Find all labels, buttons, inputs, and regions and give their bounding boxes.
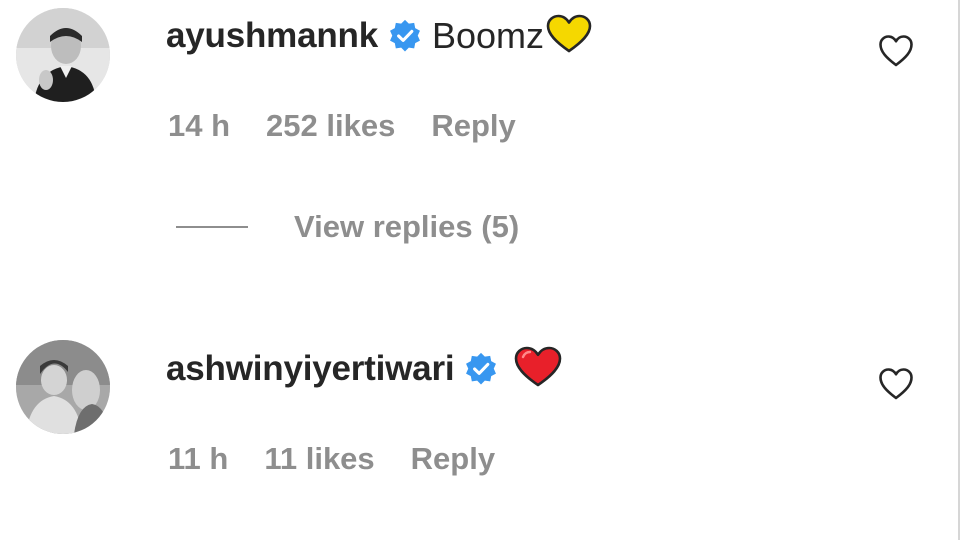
- heart-outline-icon[interactable]: [878, 34, 914, 68]
- yellow-heart-icon: [546, 14, 592, 59]
- comment-item: ayushmannk Boomz 14 h 252 likes Reply Vi…: [0, 0, 960, 290]
- verified-badge-icon: [388, 19, 422, 53]
- heart-outline-icon[interactable]: [878, 367, 914, 401]
- view-replies-divider: [176, 226, 248, 228]
- comment-time[interactable]: 11 h: [168, 441, 228, 477]
- comment-item: ashwinyiyertiwari 11 h 11 likes Reply: [0, 330, 960, 540]
- reply-button[interactable]: Reply: [411, 441, 495, 477]
- comments-panel: ayushmannk Boomz 14 h 252 likes Reply Vi…: [0, 0, 960, 540]
- username[interactable]: ashwinyiyertiwari: [166, 349, 455, 389]
- avatar[interactable]: [16, 340, 110, 434]
- username[interactable]: ayushmannk: [166, 16, 378, 56]
- comment-likes[interactable]: 252 likes: [266, 108, 395, 144]
- comment-header: ashwinyiyertiwari: [166, 344, 562, 394]
- red-heart-icon: [514, 346, 562, 393]
- comment-likes[interactable]: 11 likes: [264, 441, 374, 477]
- comment-meta: 11 h 11 likes Reply: [168, 437, 495, 481]
- view-replies-button[interactable]: View replies (5): [176, 205, 519, 249]
- reply-button[interactable]: Reply: [431, 108, 515, 144]
- view-replies-label: View replies (5): [294, 209, 520, 244]
- verified-badge-icon: [464, 352, 498, 386]
- avatar[interactable]: [16, 8, 110, 102]
- comment-meta: 14 h 252 likes Reply: [168, 104, 516, 148]
- comment-header: ayushmannk Boomz: [166, 11, 592, 61]
- comment-time[interactable]: 14 h: [168, 108, 230, 144]
- comment-text: Boomz: [431, 15, 545, 56]
